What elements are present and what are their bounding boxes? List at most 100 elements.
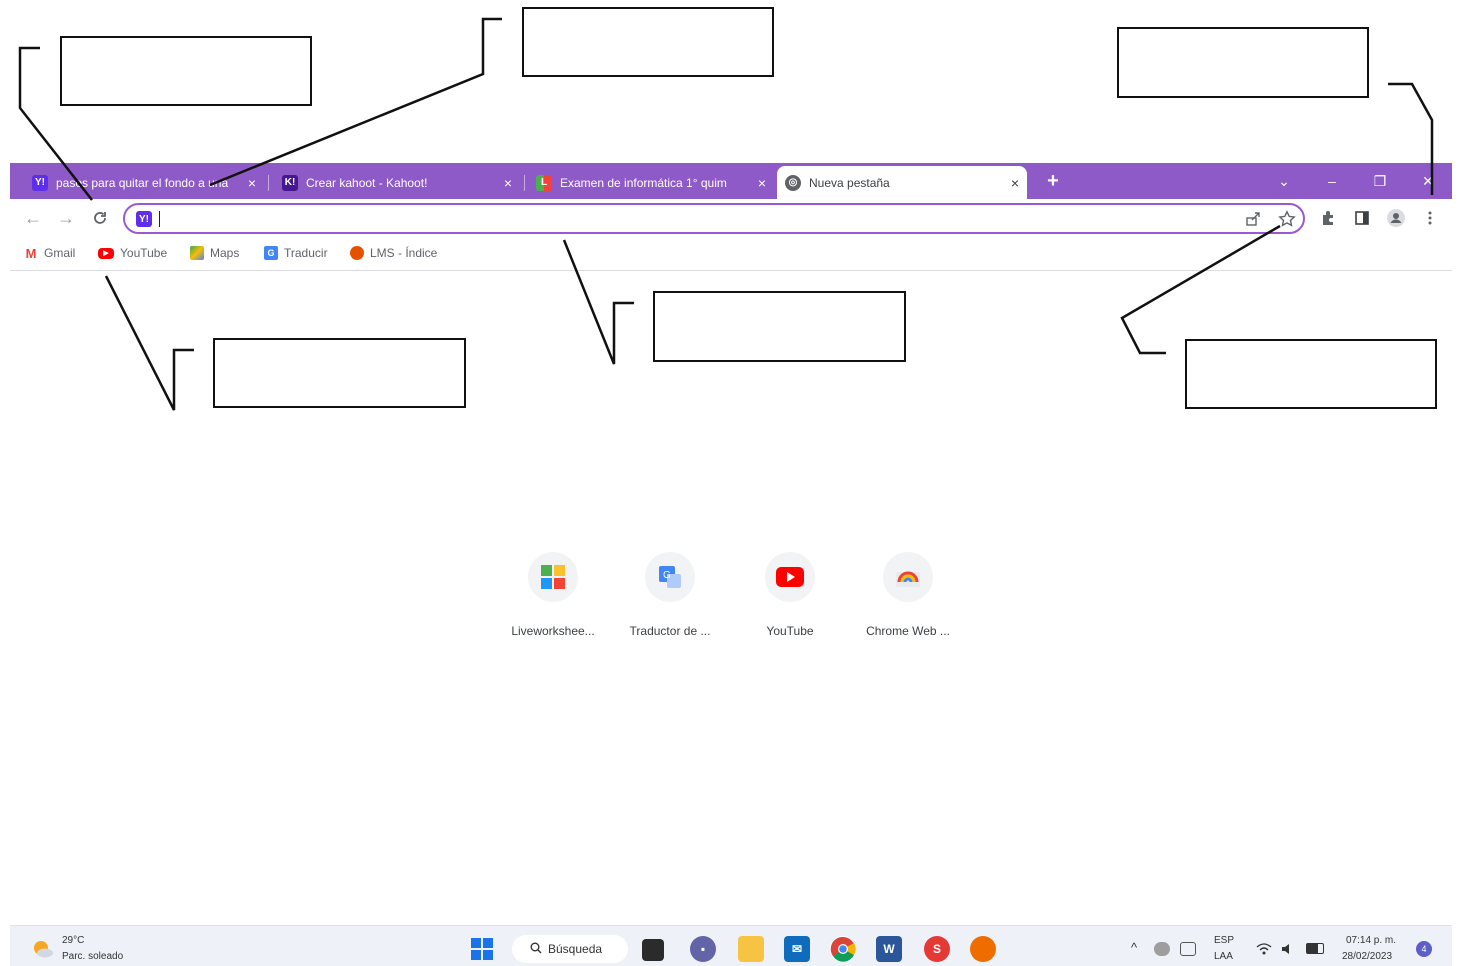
tray-sync-icon[interactable] (1180, 942, 1196, 956)
app-icon-red[interactable]: S (924, 936, 950, 962)
shortcut-icon-wrapper (528, 552, 578, 602)
tab-title: Crear kahoot - Kahoot! (306, 175, 428, 190)
shortcut-label: Traductor de ... (629, 624, 711, 638)
back-icon[interactable]: ← (21, 206, 45, 230)
close-tab-icon[interactable]: × (758, 175, 766, 191)
taskbar-search[interactable]: Búsqueda (512, 935, 628, 963)
bookmark-maps[interactable]: Maps (190, 244, 239, 262)
reload-icon[interactable] (88, 206, 112, 230)
svg-text:G: G (663, 570, 671, 581)
keyboard-layout[interactable]: LAA (1214, 950, 1233, 964)
answer-box-1[interactable] (60, 36, 312, 106)
share-icon[interactable] (1243, 209, 1263, 229)
bookmark-label: Traducir (284, 246, 328, 260)
answer-box-4[interactable] (213, 338, 466, 408)
shortcut-label: Chrome Web ... (866, 624, 950, 638)
youtube-icon: ▶ (98, 247, 114, 259)
close-window-button[interactable]: ✕ (1406, 163, 1450, 199)
callout-lines (18, 17, 1434, 411)
shortcut-traductor[interactable]: G Traductor de ... (620, 552, 720, 638)
yahoo-icon: Y! (136, 211, 152, 227)
task-view-icon[interactable] (642, 939, 664, 961)
mail-icon[interactable]: ✉ (784, 936, 810, 962)
tab-title: pasos para quitar el fondo a una (56, 175, 229, 190)
shortcut-icon-wrapper (883, 552, 933, 602)
taskbar-search-label: Búsqueda (548, 942, 603, 956)
bookmark-label: YouTube (120, 246, 168, 260)
bookmark-star-icon[interactable] (1277, 209, 1297, 229)
liveworksheets-icon (541, 565, 565, 589)
taskbar (10, 925, 1452, 966)
answer-box-2[interactable] (522, 7, 774, 77)
answer-box-6[interactable] (1185, 339, 1437, 409)
address-bar[interactable]: Y! (123, 203, 1305, 234)
language-code[interactable]: ESP (1214, 934, 1234, 948)
word-icon[interactable]: W (876, 936, 902, 962)
forward-icon[interactable]: → (54, 206, 78, 230)
shortcut-chrome-web-store[interactable]: Chrome Web ... (858, 552, 958, 638)
extensions-puzzle-icon[interactable] (1318, 208, 1338, 228)
shortcut-liveworksheets[interactable]: Liveworkshee... (503, 552, 603, 638)
shortcut-youtube[interactable]: YouTube (740, 552, 840, 638)
close-tab-icon[interactable]: × (504, 175, 512, 191)
battery-icon[interactable] (1306, 943, 1324, 954)
shortcut-icon-wrapper: G (645, 552, 695, 602)
tab-title: Nueva pestaña (809, 175, 890, 190)
menu-kebab-icon[interactable] (1420, 208, 1440, 228)
search-icon (530, 942, 542, 957)
close-tab-icon[interactable]: × (248, 175, 256, 191)
clock-time[interactable]: 07:14 p. m. (1346, 934, 1396, 948)
new-tab-button[interactable]: + (1042, 168, 1064, 194)
chrome-web-store-icon (896, 571, 920, 587)
tab-0[interactable]: Y! pasos para quitar el fondo a una × (24, 166, 264, 199)
text-cursor (159, 211, 160, 227)
volume-icon[interactable] (1280, 942, 1296, 956)
tab-3[interactable]: ◎ Nueva pestaña × (777, 166, 1027, 199)
address-input[interactable] (165, 209, 1229, 229)
tab-1[interactable]: K! Crear kahoot - Kahoot! × (274, 166, 520, 199)
shortcut-icon-wrapper (765, 552, 815, 602)
clock-date[interactable]: 28/02/2023 (1342, 950, 1392, 964)
tab-search-button[interactable]: ⌄ (1262, 163, 1306, 199)
weather-desc: Parc. soleado (62, 951, 124, 962)
answer-box-5[interactable] (653, 291, 906, 362)
bookmark-traducir[interactable]: G Traducir (264, 244, 328, 262)
maps-icon (190, 246, 204, 260)
restore-button[interactable]: ❐ (1358, 163, 1402, 199)
shortcut-label: YouTube (766, 624, 814, 638)
shortcut-label: Liveworkshee... (511, 624, 595, 638)
gmail-icon: M (24, 245, 38, 261)
side-panel-icon[interactable] (1352, 208, 1372, 228)
bookmark-gmail[interactable]: M Gmail (24, 244, 75, 262)
weather-temp: 29°C (62, 935, 85, 946)
file-explorer-icon[interactable] (738, 936, 764, 962)
youtube-icon (776, 567, 804, 587)
bookmark-lms[interactable]: LMS - Índice (350, 244, 437, 262)
translate-icon: G (264, 246, 278, 260)
translate-icon: G (659, 566, 681, 588)
teams-chat-icon[interactable]: ▪ (690, 936, 716, 962)
minimize-button[interactable]: – (1310, 163, 1354, 199)
chrome-icon[interactable] (830, 936, 856, 962)
globe-icon: ◎ (785, 174, 801, 191)
weather-icon[interactable] (30, 936, 54, 960)
profile-avatar-icon[interactable] (1386, 208, 1406, 228)
notification-badge[interactable]: 4 (1416, 941, 1432, 957)
tab-2[interactable]: L Examen de informática 1° quim × (528, 166, 774, 199)
tab-separator (524, 175, 525, 191)
bookmark-label: LMS - Índice (370, 246, 438, 260)
tab-title: Examen de informática 1° quim (560, 175, 727, 190)
yahoo-icon: Y! (32, 174, 48, 191)
bookmark-label: Gmail (44, 246, 76, 260)
bookmark-youtube[interactable]: ▶ YouTube (98, 244, 167, 262)
tray-app-icon[interactable] (1154, 942, 1170, 956)
tray-overflow-icon[interactable]: ^ (1131, 940, 1137, 955)
liveworksheets-icon: L (536, 174, 552, 191)
app-icon-orange[interactable] (970, 936, 996, 962)
windows-start-icon[interactable] (470, 937, 494, 961)
lms-icon (350, 246, 364, 260)
answer-box-3[interactable] (1117, 27, 1369, 98)
close-tab-icon[interactable]: × (1011, 175, 1019, 191)
callout-line-4 (104, 275, 194, 411)
wifi-icon[interactable] (1256, 942, 1272, 956)
